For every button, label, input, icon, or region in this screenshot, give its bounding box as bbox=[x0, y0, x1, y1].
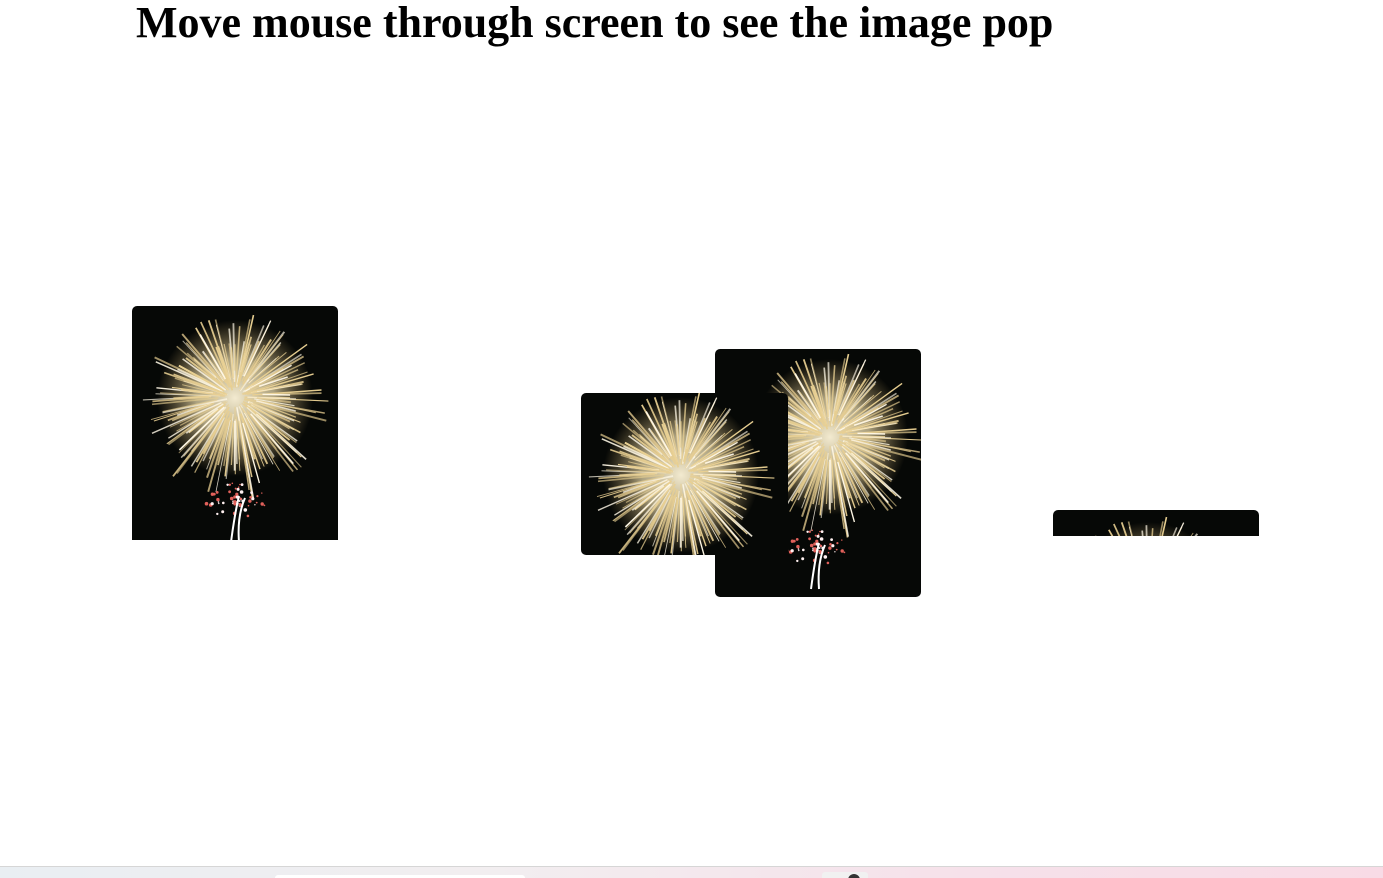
popup-image-1 bbox=[132, 306, 338, 540]
fireworks-image bbox=[587, 393, 776, 555]
fireworks-image bbox=[141, 314, 330, 540]
app-icon[interactable] bbox=[822, 872, 868, 878]
page-title: Move mouse through screen to see the ima… bbox=[136, 0, 1054, 47]
popup-image-3 bbox=[581, 393, 788, 555]
fireworks-image bbox=[1054, 516, 1243, 536]
taskbar bbox=[0, 866, 1383, 878]
popup-image-4 bbox=[1053, 510, 1259, 536]
